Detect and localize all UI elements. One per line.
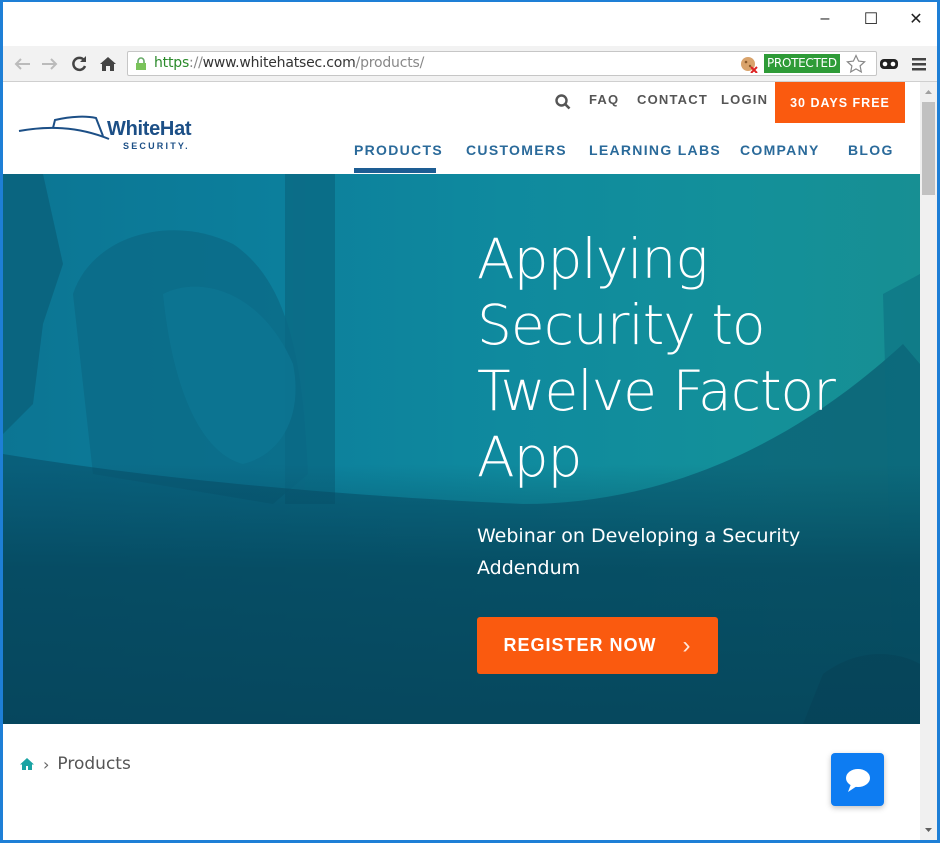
faq-link[interactable]: FAQ (589, 92, 619, 107)
hero-title: Applying Security to Twelve Factor App (477, 226, 897, 490)
hero-title-line: Applying (477, 227, 708, 291)
active-nav-indicator (354, 168, 436, 173)
hero-title-line: Twelve Factor (477, 359, 836, 423)
back-button[interactable] (11, 53, 33, 75)
breadcrumb-separator: › (43, 754, 50, 774)
home-icon[interactable] (19, 757, 35, 771)
close-button[interactable]: ✕ (896, 6, 936, 32)
url-separator: :// (189, 55, 203, 71)
page-scrollbar[interactable] (920, 82, 937, 840)
chevron-right-icon: › (682, 631, 692, 659)
nav-products[interactable]: PRODUCTS (354, 142, 443, 158)
hero-subtitle-line: Addendum (477, 557, 581, 579)
chat-bubble-icon (845, 768, 870, 792)
browser-window: – ☐ ✕ https://www.whitehatsec.com/produc… (3, 2, 937, 840)
scroll-up-icon[interactable] (920, 85, 937, 99)
hero-overlay (3, 464, 920, 724)
login-link[interactable]: LOGIN (721, 92, 768, 107)
web-page: WhiteHat SECURITY. FAQ CONTACT LOGIN 30 … (3, 82, 920, 840)
logo-wordmark: WhiteHat (107, 118, 192, 140)
register-now-button[interactable]: REGISTER NOW › (477, 617, 718, 674)
minimize-button[interactable]: – (805, 6, 845, 32)
hero-subtitle-line: Webinar on Developing a Security (477, 525, 801, 547)
breadcrumb-current: Products (57, 754, 131, 774)
nav-learning-labs[interactable]: LEARNING LABS (589, 142, 721, 158)
forward-button[interactable] (39, 53, 61, 75)
menu-icon[interactable] (911, 56, 927, 72)
hero-title-line: App (477, 425, 582, 489)
hero-subtitle: Webinar on Developing a Security Addendu… (477, 520, 877, 584)
url-host: www.whitehatsec.com (202, 55, 356, 71)
url-scheme: https (154, 55, 190, 71)
nav-customers[interactable]: CUSTOMERS (466, 142, 567, 158)
browser-toolbar: https://www.whitehatsec.com/products/ PR… (3, 46, 937, 82)
url-text[interactable]: https://www.whitehatsec.com/products/ (154, 55, 424, 71)
register-now-label: REGISTER NOW (503, 635, 657, 655)
title-bar: – ☐ ✕ (3, 2, 937, 46)
hero-title-line: Security to (477, 293, 766, 357)
cookie-blocked-icon[interactable] (740, 55, 758, 73)
maximize-button[interactable]: ☐ (851, 6, 891, 32)
hat-logo-icon (18, 115, 110, 140)
lock-icon (136, 57, 146, 70)
reload-button[interactable] (68, 53, 90, 75)
search-icon[interactable] (555, 94, 571, 110)
chat-button[interactable] (831, 753, 884, 806)
logo-subtext: SECURITY. (123, 141, 190, 151)
protected-badge[interactable]: PROTECTED (764, 54, 840, 73)
arrow-left-icon (14, 58, 30, 70)
arrow-right-icon (42, 58, 58, 70)
hero-carousel: Applying Security to Twelve Factor App W… (3, 174, 920, 724)
address-bar[interactable]: https://www.whitehatsec.com/products/ PR… (127, 51, 877, 76)
incognito-mask-icon[interactable] (879, 57, 899, 71)
site-header: WhiteHat SECURITY. FAQ CONTACT LOGIN 30 … (3, 82, 920, 174)
bookmark-star-icon[interactable] (846, 54, 866, 74)
free-trial-button[interactable]: 30 DAYS FREE (775, 82, 905, 123)
scroll-thumb[interactable] (922, 102, 935, 195)
nav-company[interactable]: COMPANY (740, 142, 820, 158)
breadcrumb: › Products (19, 754, 131, 774)
home-button[interactable] (97, 53, 119, 75)
scroll-down-icon[interactable] (920, 823, 937, 837)
logo[interactable]: WhiteHat SECURITY. (17, 108, 207, 158)
home-icon (100, 57, 116, 71)
nav-blog[interactable]: BLOG (848, 142, 894, 158)
reload-icon (72, 56, 87, 72)
contact-link[interactable]: CONTACT (637, 92, 708, 107)
url-path: /products/ (355, 55, 425, 71)
